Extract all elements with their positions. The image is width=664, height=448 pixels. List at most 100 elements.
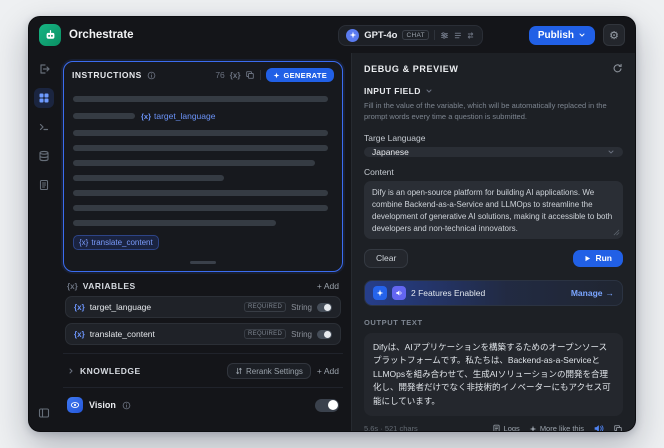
prompt-text-line [73, 96, 328, 102]
resize-handle-icon[interactable] [613, 229, 620, 236]
output-stats: 5.6s · 521 chars [364, 424, 418, 431]
debug-actions: Clear Run [364, 248, 623, 268]
copy-icon [614, 425, 622, 431]
variable-token-chip[interactable]: {x} translate_content [73, 235, 159, 250]
grid-icon [39, 93, 49, 103]
desktop-background: Orchestrate GPT-4o CHAT Publish ⚙ INSTRU… [0, 0, 664, 448]
copy-output-button[interactable] [613, 424, 623, 431]
info-icon [147, 71, 156, 79]
target-language-select[interactable]: Japanese [364, 146, 623, 157]
run-button[interactable]: Run [573, 249, 623, 267]
add-label: Add [323, 366, 339, 376]
prompt-text-line [73, 205, 328, 211]
settings-button[interactable]: ⚙ [603, 24, 625, 46]
publish-button[interactable]: Publish [528, 25, 595, 45]
more-like-this-button[interactable]: More like this [529, 424, 584, 431]
variable-type: String [291, 302, 312, 312]
scrollbar-indicator[interactable] [190, 261, 216, 264]
variable-braces-icon[interactable]: {x} [230, 71, 241, 80]
variable-name: translate_content [89, 329, 155, 339]
sidebar-item-orchestrate[interactable] [34, 88, 54, 108]
variables-title: VARIABLES [82, 281, 136, 291]
prompt-text-line [73, 145, 328, 151]
prompt-text-line [73, 175, 224, 181]
page-title: Orchestrate [69, 29, 134, 41]
input-field-description: Fill in the value of the variable, which… [364, 101, 607, 122]
sparkle-icon [529, 425, 537, 431]
info-icon [122, 401, 131, 409]
variable-row[interactable]: {x} target_language REQUIRED String [65, 296, 341, 318]
add-label: Add [323, 281, 339, 291]
variable-braces-icon: {x} [79, 238, 89, 247]
clear-button[interactable]: Clear [364, 248, 409, 268]
copy-icon[interactable] [245, 70, 255, 80]
input-field-title: INPUT FIELD [364, 86, 421, 96]
knowledge-header: KNOWLEDGE Rerank Settings + Add [63, 353, 343, 384]
refresh-button[interactable] [612, 63, 623, 74]
variable-toggle[interactable] [317, 302, 332, 312]
rerank-settings-button[interactable]: Rerank Settings [226, 363, 311, 379]
prompt-text-line [73, 220, 276, 226]
exit-icon[interactable] [34, 59, 54, 79]
sidebar-layout-icon [38, 408, 50, 418]
eye-icon [67, 397, 83, 413]
prompt-text-line: {x} target_language [73, 111, 333, 121]
add-knowledge-button[interactable]: + Add [317, 366, 339, 376]
variable-toggle[interactable] [317, 329, 332, 339]
output-footer: 5.6s · 521 chars Logs More like this [364, 423, 623, 431]
app-body: INSTRUCTIONS 76 {x} GENERATE {x} target_… [29, 53, 635, 431]
refresh-icon [613, 63, 622, 73]
add-variable-button[interactable]: + Add [317, 281, 339, 291]
model-name: GPT-4o [364, 29, 398, 41]
variable-row[interactable]: {x} translate_content REQUIRED String [65, 323, 341, 345]
knowledge-title: KNOWLEDGE [80, 366, 141, 376]
features-bar[interactable]: 2 Features Enabled Manage → [364, 279, 623, 306]
prompt-text-line [73, 160, 315, 166]
variable-token[interactable]: {x} target_language [141, 111, 215, 121]
required-badge: REQUIRED [244, 329, 287, 339]
knowledge-actions: Rerank Settings + Add [226, 363, 339, 379]
prompt-text-line [73, 190, 328, 196]
instructions-editor[interactable]: {x} target_language {x} translate_conten… [64, 88, 342, 271]
rerank-settings-label: Rerank Settings [245, 366, 303, 376]
sidebar-rail [29, 53, 59, 431]
variable-token-label: target_language [154, 111, 216, 121]
chevron-right-icon[interactable] [67, 367, 75, 375]
content-textarea[interactable]: Dify is an open-source platform for buil… [364, 180, 623, 239]
feature-speaker-icon [392, 285, 406, 300]
sidebar-item-knowledge[interactable] [34, 146, 54, 166]
prompt-text-line [73, 130, 328, 136]
variable-braces-icon: {x} [141, 111, 152, 121]
orchestrate-panel: INSTRUCTIONS 76 {x} GENERATE {x} target_… [59, 53, 351, 431]
divider [260, 70, 262, 80]
publish-label: Publish [537, 29, 574, 41]
variable-name: target_language [89, 302, 152, 312]
debug-panel: DEBUG & PREVIEW INPUT FIELD Fill in the … [351, 53, 635, 431]
sidebar-item-logs[interactable] [34, 175, 54, 195]
target-language-value: Japanese [372, 146, 409, 157]
generate-button[interactable]: GENERATE [266, 68, 334, 82]
logs-button[interactable]: Logs [492, 424, 520, 431]
content-label: Content [364, 166, 394, 177]
vision-title: Vision [89, 400, 116, 410]
output-text-card: Difyは、AIアプリケーションを構築するためのオープンソースプラットフォームで… [364, 332, 623, 417]
model-param-icons [440, 31, 475, 40]
model-mode-badge: CHAT [402, 30, 429, 40]
speaker-button[interactable] [593, 423, 604, 431]
chevron-down-icon [426, 89, 432, 93]
vision-toggle[interactable] [315, 398, 339, 412]
output-text: Difyは、AIアプリケーションを構築するためのオープンソースプラットフォームで… [373, 341, 611, 406]
collapse-sidebar-button[interactable] [34, 403, 54, 423]
divider [433, 30, 435, 40]
document-icon [493, 425, 500, 431]
dify-logo-icon[interactable] [39, 24, 61, 46]
variables-header: {x} VARIABLES + Add [63, 272, 343, 296]
model-selector[interactable]: GPT-4o CHAT [338, 24, 483, 46]
chevron-down-icon [607, 148, 615, 156]
rerank-icon [236, 367, 242, 375]
prompt-text-segment [73, 113, 135, 119]
feature-sparkle-icon [373, 285, 387, 300]
input-field-section-header[interactable]: INPUT FIELD [364, 86, 623, 96]
sidebar-item-terminal[interactable] [34, 117, 54, 137]
manage-features-link[interactable]: Manage → [571, 288, 614, 298]
